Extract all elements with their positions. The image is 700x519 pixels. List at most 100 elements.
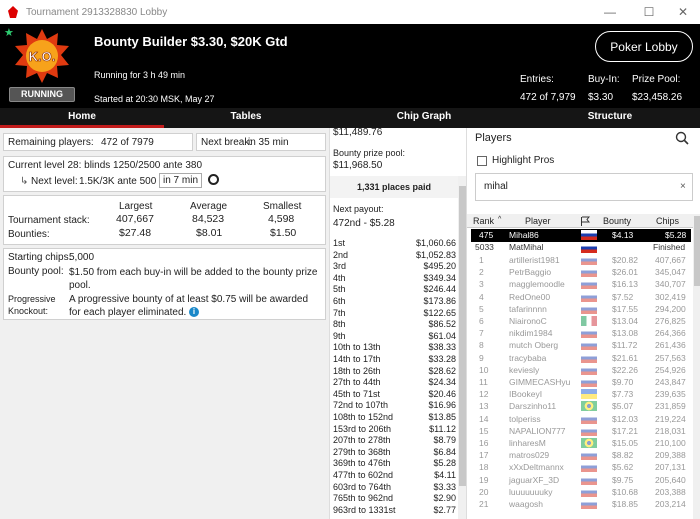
player-row[interactable]: 21 waagosh $18.85 203,214 [471, 499, 691, 511]
player-row[interactable]: 5 tafarinnnn $17.55 294,200 [471, 303, 691, 316]
player-scrollbar[interactable] [693, 214, 700, 519]
payout-amount: $24.34 [428, 377, 456, 388]
flag-column-icon[interactable] [580, 216, 590, 226]
player-rank: 11 [479, 377, 488, 387]
ru-flag-icon [581, 377, 597, 387]
player-row[interactable]: 17 matros029 $8.82 209,388 [471, 450, 691, 462]
sort-asc-icon[interactable]: ^ [498, 216, 501, 223]
entries-value: 472 of 7,979 [520, 92, 576, 103]
payout-row: 108th to 152nd $13.85 [333, 412, 456, 422]
header-average: Average [190, 201, 228, 212]
payout-amount: $33.28 [428, 354, 456, 364]
ru-flag-icon [581, 486, 597, 497]
player-row[interactable]: 8 mutch Oberg $11.72 261,436 [471, 340, 691, 352]
payout-amount: $5.28 [433, 458, 456, 469]
col-player[interactable]: Player [525, 216, 551, 226]
tab-chip-graph[interactable]: Chip Graph [328, 108, 520, 128]
player-row[interactable]: 20 luuuuuuuky $10.68 203,388 [471, 486, 691, 499]
header-largest: Largest [119, 201, 153, 212]
payout-amount: $2.90 [433, 493, 456, 504]
col-chips[interactable]: Chips [656, 216, 679, 226]
payout-place: 27th to 44th [333, 377, 381, 388]
pko-label: Progressive Knockout: [8, 294, 56, 316]
tab-tables[interactable]: Tables [164, 108, 328, 128]
payout-place: 279th to 368th [333, 446, 391, 457]
payout-amount: $20.46 [428, 388, 456, 399]
payout-place: 153rd to 206th [333, 423, 392, 434]
player-row[interactable]: 3 magglemoodle $16.13 340,707 [471, 279, 691, 291]
minimize-button[interactable]: — [593, 0, 627, 24]
payout-scroll-thumb[interactable] [459, 186, 466, 486]
payout-row: 9th $61.04 [333, 331, 456, 341]
prizepool-value: $23,458.26 [632, 92, 683, 103]
ru-flag-icon [581, 267, 597, 278]
entries-stat: Entries: 472 of 7,979 [520, 74, 576, 103]
tab-home[interactable]: Home [0, 108, 164, 128]
player-row[interactable]: 18 xXxDeltmannx $5.62 207,131 [471, 462, 691, 474]
player-chips: 345,047 [655, 267, 686, 278]
level-box: Current level 28: blinds 1250/2500 ante … [3, 156, 326, 192]
ru-flag-icon [581, 255, 597, 265]
player-row[interactable]: 19 jaguarXF_3D $9.75 205,640 [471, 474, 691, 487]
player-row[interactable]: 16 linharesM $15.05 210,100 [471, 438, 691, 450]
poker-lobby-button[interactable]: Poker Lobby [595, 31, 693, 62]
finished-player-row[interactable]: 5033 MatMihal Finished [471, 242, 691, 254]
status-badge: RUNNING [9, 87, 75, 102]
payouts-panel: $11,489.76 Bounty prize pool: $11,968.50… [329, 127, 467, 519]
info-icon[interactable]: i [189, 307, 199, 317]
player-bounty: $9.75 [612, 474, 634, 485]
player-bounty: $22.26 [612, 364, 638, 375]
payout-row: 153rd to 206th $11.12 [333, 424, 456, 434]
clear-search-icon[interactable]: × [680, 181, 686, 192]
favorite-star-icon[interactable]: ★ [4, 26, 14, 39]
payout-place: 10th to 13th [333, 342, 381, 353]
player-search-input[interactable]: mihal × [475, 173, 693, 201]
player-chips: 239,635 [655, 389, 686, 400]
player-scroll-thumb[interactable] [694, 216, 700, 286]
search-icon[interactable] [675, 131, 689, 145]
player-name: NAPALION777 [509, 425, 566, 436]
player-bounty: $11.72 [612, 340, 638, 351]
col-rank[interactable]: Rank [473, 216, 494, 226]
payout-amount: $495.20 [423, 261, 456, 272]
player-row[interactable]: 6 NiaironoC $13.04 276,825 [471, 316, 691, 328]
ru-flag-icon [581, 279, 597, 290]
stack-label: Tournament stack: [8, 215, 90, 226]
player-row[interactable]: 14 tolperiss $12.03 219,224 [471, 413, 691, 426]
payout-amount: $28.62 [428, 365, 456, 376]
player-row[interactable]: 9 tracybaba $21.61 257,563 [471, 352, 691, 365]
player-chips: 340,707 [655, 279, 686, 290]
player-name: Darszinho11 [509, 401, 557, 412]
player-bounty: $21.61 [612, 352, 638, 363]
player-row[interactable]: 7 nikdim1984 $13.08 264,366 [471, 328, 691, 340]
col-bounty[interactable]: Bounty [603, 216, 631, 226]
maximize-button[interactable]: ☐ [632, 0, 666, 24]
player-row[interactable]: 2 PetrBaggio $26.01 345,047 [471, 267, 691, 279]
payout-place: 108th to 152nd [333, 412, 394, 422]
player-row[interactable]: 12 IBookeyI $7.73 239,635 [471, 389, 691, 401]
next-break-value: in 35 min [248, 137, 289, 148]
player-row[interactable]: 4 RedOne00 $7.52 302,419 [471, 291, 691, 304]
player-row[interactable]: 1 artillerist1981 $20.82 407,667 [471, 255, 691, 267]
payout-place: 45th to 71st [333, 388, 381, 399]
payout-place: 6th [333, 296, 346, 306]
selected-player-row[interactable]: 475 Mihal86 $4.13 $5.28 [471, 229, 691, 242]
payout-place: 4th [333, 272, 346, 283]
prizepool-stat: Prize Pool: $23,458.26 [632, 74, 682, 103]
stack-average: 84,523 [192, 213, 225, 225]
bounty-smallest: $1.50 [270, 227, 297, 239]
payout-row: 765th to 962nd $2.90 [333, 493, 456, 503]
player-name: tolperiss [509, 413, 541, 424]
header-smallest: Smallest [263, 201, 302, 212]
player-chips: 407,667 [655, 255, 686, 265]
player-row[interactable]: 10 keviesly $22.26 254,926 [471, 364, 691, 377]
tab-structure[interactable]: Structure [520, 108, 700, 128]
player-name: xXxDeltmannx [509, 462, 564, 473]
close-button[interactable]: ✕ [666, 0, 700, 24]
player-rank: 6 [479, 316, 484, 326]
finished-name: MatMihal [509, 242, 544, 252]
highlight-pros-checkbox[interactable] [477, 156, 487, 166]
player-row[interactable]: 15 NAPALION777 $17.21 218,031 [471, 425, 691, 438]
player-row[interactable]: 13 Darszinho11 $5.07 231,859 [471, 401, 691, 413]
player-row[interactable]: 11 GIMMECASHyu $9.70 243,847 [471, 377, 691, 389]
